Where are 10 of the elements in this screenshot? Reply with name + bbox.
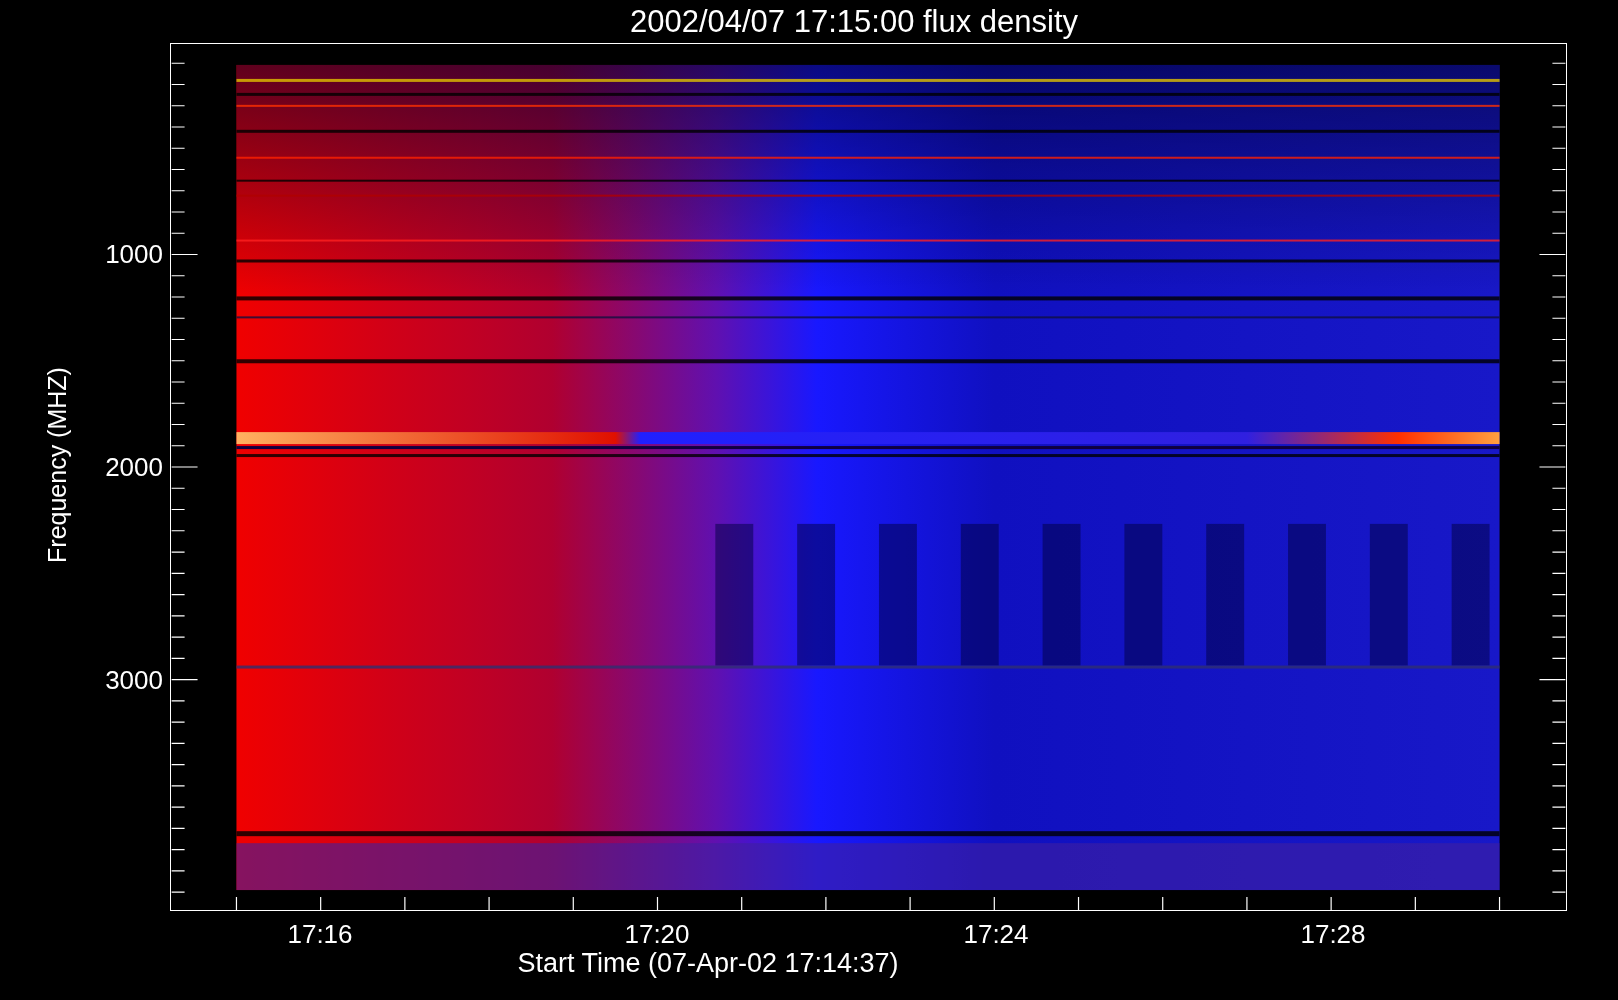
y-tick-label: 1000 <box>105 241 163 267</box>
x-tick-label: 17:16 <box>287 921 353 947</box>
y-tick-label: 2000 <box>105 454 163 480</box>
chart-title: 2002/04/07 17:15:00 flux density <box>629 6 1079 37</box>
x-tick-label: 17:28 <box>1300 921 1366 947</box>
x-axis-label: Start Time (07-Apr-02 17:14:37) <box>517 950 899 977</box>
y-axis-label: Frequency (MHZ) <box>44 367 70 563</box>
y-tick-label: 3000 <box>105 667 163 693</box>
x-tick-label: 17:24 <box>963 921 1029 947</box>
x-tick-label: 17:20 <box>624 921 690 947</box>
